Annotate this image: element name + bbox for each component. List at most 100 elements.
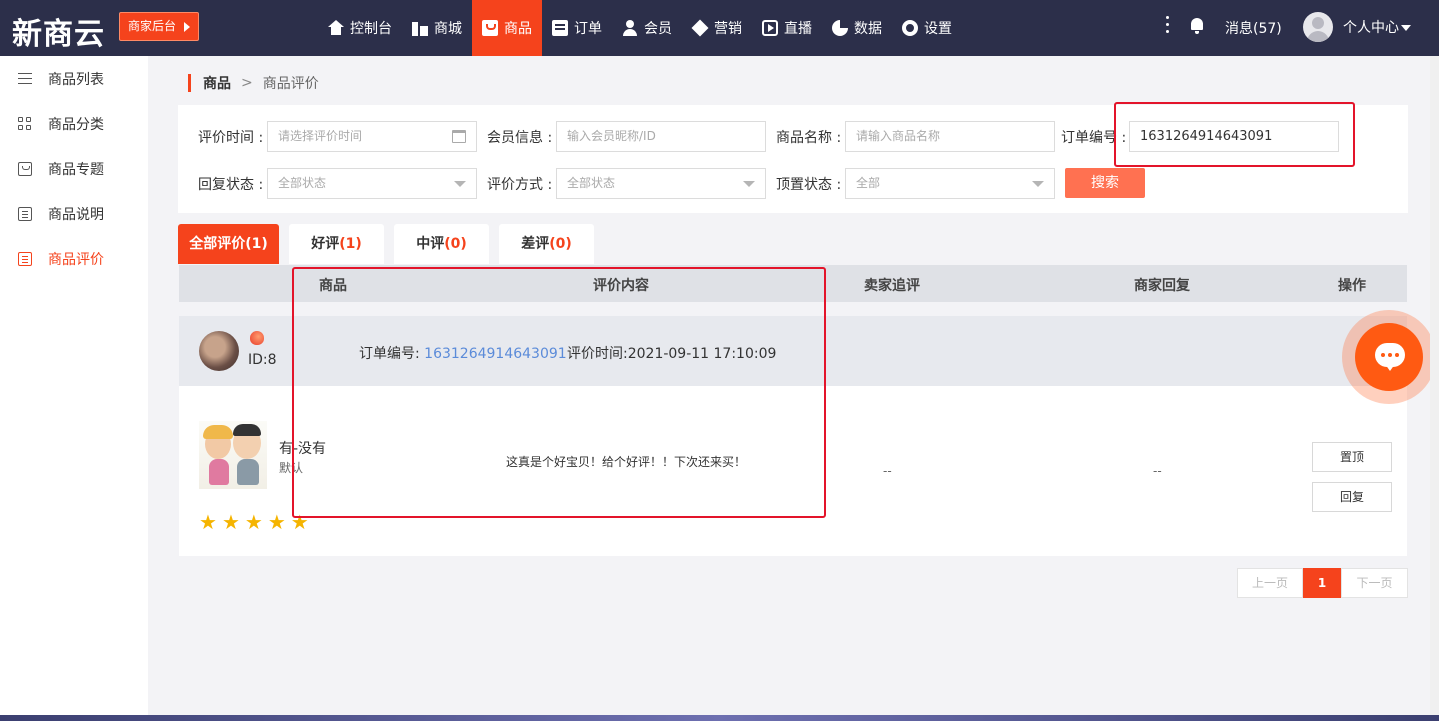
nav-item-members[interactable]: 会员 xyxy=(612,0,682,56)
merchant-reply-value: -- xyxy=(1153,464,1162,478)
buyer-avatar xyxy=(199,331,239,371)
column-header-seller-followup: 卖家追评 xyxy=(864,278,920,294)
brand-logo[interactable]: 新商云 xyxy=(12,9,105,53)
merchant-backend-button[interactable]: 商家后台 xyxy=(119,12,199,41)
review-method-select[interactable]: 全部状态 xyxy=(556,168,766,199)
play-icon xyxy=(762,20,778,36)
product-name-label: 商品名称 : xyxy=(776,130,842,146)
tab-all-reviews[interactable]: 全部评价(1) xyxy=(178,224,279,264)
window-bottom-edge xyxy=(0,715,1439,721)
scrollbar-track[interactable] xyxy=(1430,56,1439,716)
user-center-label: 个人中心 xyxy=(1343,20,1399,36)
review-method-value: 全部状态 xyxy=(567,176,616,190)
tab-label: 中评 xyxy=(416,236,445,252)
calendar-icon xyxy=(452,130,466,143)
column-header-merchant-reply: 商家回复 xyxy=(1134,278,1190,294)
review-time-input[interactable]: 请选择评价时间 xyxy=(267,121,477,152)
review-time-placeholder: 请选择评价时间 xyxy=(278,129,363,143)
nav-item-settings[interactable]: 设置 xyxy=(892,0,962,56)
reply-status-value: 全部状态 xyxy=(278,176,327,190)
messages-link[interactable]: 消息(57) xyxy=(1225,18,1282,38)
product-image[interactable] xyxy=(199,421,267,489)
nav-label: 订单 xyxy=(574,21,602,37)
sidebar-item-product-reviews[interactable]: 商品评价 xyxy=(0,236,148,281)
sidebar-item-label: 商品专题 xyxy=(48,161,104,178)
nav-item-live[interactable]: 直播 xyxy=(752,0,822,56)
product-name-input[interactable]: 请输入商品名称 xyxy=(845,121,1055,152)
next-page-button[interactable]: 下一页 xyxy=(1341,568,1408,598)
tab-count: (0) xyxy=(549,236,572,252)
gear-icon xyxy=(902,20,918,36)
user-icon xyxy=(622,20,638,36)
tab-good-reviews[interactable]: 好评(1) xyxy=(289,224,384,264)
sidebar: 商品列表 商品分类 商品专题 商品说明 商品评价 xyxy=(0,56,148,721)
chat-icon xyxy=(1355,323,1423,391)
member-info-placeholder: 输入会员昵称/ID xyxy=(567,129,656,143)
top-navbar: 新商云 商家后台 控制台 商城 商品 订单 会员 营销 直播 数据 设置 消息(… xyxy=(0,0,1439,56)
tab-bad-reviews[interactable]: 差评(0) xyxy=(499,224,594,264)
tab-neutral-reviews[interactable]: 中评(0) xyxy=(394,224,489,264)
nav-label: 数据 xyxy=(854,21,882,37)
breadcrumb: 商品 > 商品评价 xyxy=(188,74,319,92)
nav-label: 会员 xyxy=(644,21,672,37)
nav-label: 商城 xyxy=(434,21,462,37)
annotation-box-order-number xyxy=(1114,102,1355,167)
more-vertical-icon[interactable] xyxy=(1166,16,1170,36)
review-time-label: 评价时间 : xyxy=(198,130,264,146)
sidebar-item-product-topic[interactable]: 商品专题 xyxy=(0,146,148,191)
pin-status-select[interactable]: 全部 xyxy=(845,168,1055,199)
home-icon xyxy=(328,20,344,36)
nav-item-orders[interactable]: 订单 xyxy=(542,0,612,56)
reply-button[interactable]: 回复 xyxy=(1312,482,1392,512)
sidebar-item-label: 商品说明 xyxy=(48,206,104,223)
star-icon: ★ xyxy=(244,510,263,534)
breadcrumb-separator: > xyxy=(241,75,253,91)
bag-icon xyxy=(18,161,32,176)
product-name-placeholder: 请输入商品名称 xyxy=(856,129,941,143)
nav-label: 营销 xyxy=(714,21,742,37)
merchant-backend-label: 商家后台 xyxy=(128,19,177,33)
nav-label: 控制台 xyxy=(350,21,392,37)
document-icon xyxy=(552,20,568,36)
tab-count: (0) xyxy=(444,236,467,252)
member-info-input[interactable]: 输入会员昵称/ID xyxy=(556,121,766,152)
user-center-menu[interactable]: 个人中心 xyxy=(1343,17,1411,37)
caret-down-icon xyxy=(1401,25,1411,31)
grid-icon xyxy=(18,116,32,131)
nav-item-marketing[interactable]: 营销 xyxy=(682,0,752,56)
prev-page-button[interactable]: 上一页 xyxy=(1237,568,1303,598)
column-header-actions: 操作 xyxy=(1338,278,1366,294)
pin-top-button[interactable]: 置顶 xyxy=(1312,442,1392,472)
star-icon: ★ xyxy=(267,510,286,534)
buyer-id: ID:8 xyxy=(248,352,277,368)
nav-item-products[interactable]: 商品 xyxy=(472,0,542,56)
sidebar-item-product-category[interactable]: 商品分类 xyxy=(0,101,148,146)
list-icon xyxy=(18,72,32,86)
pin-status-label: 顶置状态 : xyxy=(776,177,842,193)
user-avatar[interactable] xyxy=(1303,12,1333,42)
nav-item-data[interactable]: 数据 xyxy=(822,0,892,56)
breadcrumb-root[interactable]: 商品 xyxy=(203,73,231,93)
nav-label: 直播 xyxy=(784,21,812,37)
nav-item-dashboard[interactable]: 控制台 xyxy=(318,0,402,56)
pie-chart-icon xyxy=(832,20,848,36)
pin-status-value: 全部 xyxy=(856,176,881,190)
nav-item-mall[interactable]: 商城 xyxy=(402,0,472,56)
tab-label: 全部评价 xyxy=(189,236,246,252)
breadcrumb-current: 商品评价 xyxy=(262,76,319,92)
bag-icon xyxy=(482,20,498,36)
page-number-button[interactable]: 1 xyxy=(1303,568,1341,598)
customer-service-button[interactable] xyxy=(1342,310,1436,404)
reply-status-label: 回复状态 : xyxy=(198,177,264,193)
tab-count: (1) xyxy=(245,236,268,252)
main-nav: 控制台 商城 商品 订单 会员 营销 直播 数据 设置 xyxy=(318,0,962,56)
reply-status-select[interactable]: 全部状态 xyxy=(267,168,477,199)
bell-icon[interactable] xyxy=(1189,18,1205,34)
document-icon xyxy=(18,206,32,221)
tab-label: 好评 xyxy=(311,236,340,252)
sidebar-item-product-description[interactable]: 商品说明 xyxy=(0,191,148,236)
shop-icon xyxy=(412,20,428,36)
sidebar-item-label: 商品列表 xyxy=(48,71,104,88)
sidebar-item-product-list[interactable]: 商品列表 xyxy=(0,56,148,101)
search-button[interactable]: 搜索 xyxy=(1065,168,1145,198)
